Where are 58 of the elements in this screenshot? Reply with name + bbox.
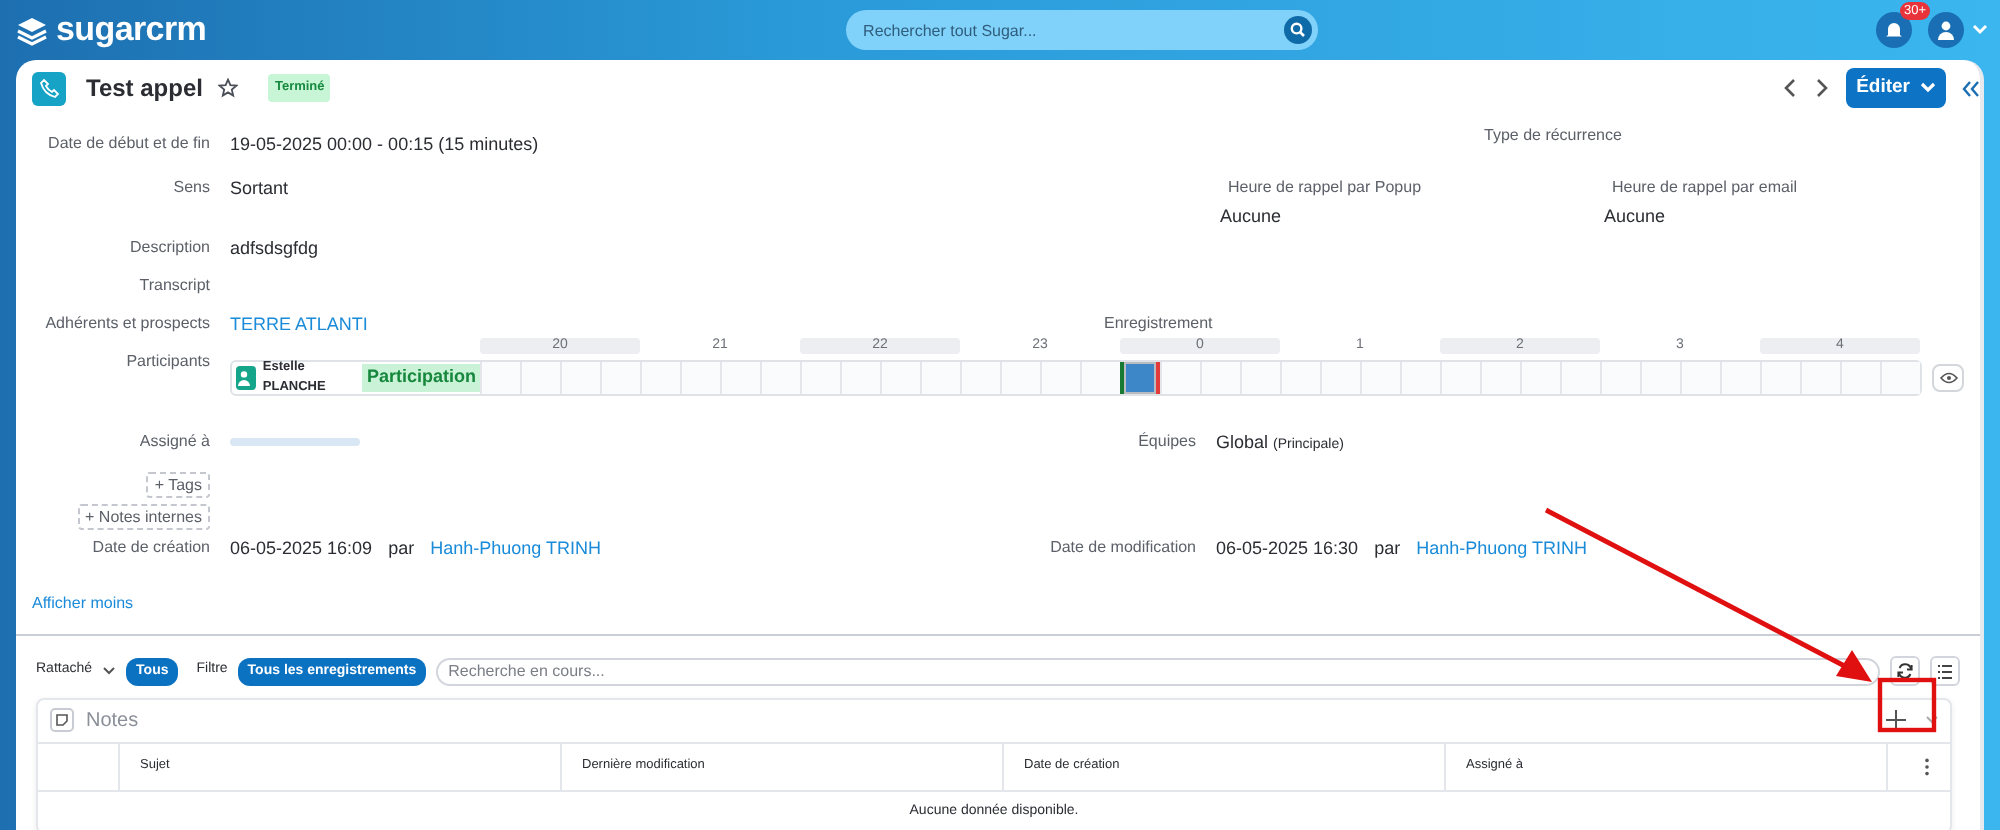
search-field[interactable]: Recherche en cours... [436, 657, 1880, 685]
panel-title: Notes [86, 707, 139, 735]
field-label: Sens [171, 176, 212, 200]
add-field-button[interactable]: + Tags [146, 472, 210, 498]
star-icon[interactable] [218, 78, 239, 98]
field-value: 19-05-2025 00:00 - 00:15 (15 minutes) [230, 132, 539, 158]
field-label: Assigné à [137, 430, 212, 454]
timestamp: 06-05-2025 16:30 [1216, 536, 1359, 562]
bell-icon[interactable] [1884, 20, 1904, 40]
stack-logo-icon [16, 15, 48, 45]
show-less-link[interactable]: Afficher moins [32, 594, 134, 612]
redacted-value [230, 438, 360, 446]
field-value: Sortant [230, 176, 289, 202]
note-icon [50, 708, 74, 732]
field-label: Date de modification [1048, 536, 1198, 560]
list-view-button[interactable] [1930, 656, 1960, 686]
by-label: par [1374, 536, 1401, 562]
search-icon[interactable] [1283, 16, 1312, 44]
caret-icon[interactable] [102, 666, 117, 676]
edit-button[interactable]: Éditer [1846, 67, 1946, 109]
caret-icon[interactable] [1926, 716, 1938, 724]
record-link[interactable]: TERRE ATLANTI [230, 312, 368, 350]
notifications-button[interactable] [1876, 12, 1912, 48]
user-link[interactable]: Hanh-Phuong TRINH [430, 536, 601, 574]
field-label: Description [127, 236, 212, 260]
by-label: par [388, 536, 415, 562]
user-icon[interactable] [1936, 20, 1956, 40]
field-label: Heure de rappel par email [1612, 176, 1797, 200]
attendance-status: Participation [362, 364, 480, 392]
contact-avatar-icon [236, 366, 257, 390]
refresh-icon[interactable] [1896, 662, 1914, 680]
user-link[interactable]: Hanh-Phuong TRINH [1416, 536, 1587, 574]
field-label: Équipes [1136, 430, 1198, 454]
chevron-left-icon[interactable] [1782, 78, 1799, 98]
global-search-field[interactable]: Rechercher tout Sugar... [845, 10, 1318, 50]
field-label: Date de création [90, 536, 212, 560]
field-value: adfsdsgfdg [230, 236, 319, 262]
field-label: Date de début et de fin [46, 132, 212, 156]
field-value: Aucune [1604, 204, 1668, 230]
list-icon[interactable] [1936, 663, 1954, 679]
phone-icon [32, 71, 66, 105]
double-chevron-icon[interactable] [1962, 79, 1980, 97]
field-label: Participants [124, 350, 212, 374]
highlight-frame [1877, 677, 1937, 733]
app-logo[interactable]: sugarcrm [56, 4, 207, 56]
user-menu-button[interactable] [1928, 12, 1964, 48]
record-title: Test appel [86, 72, 203, 106]
chevron-right-icon[interactable] [1814, 78, 1831, 98]
add-button[interactable] [1882, 706, 1910, 734]
field-label: Enregistrement [1104, 312, 1213, 336]
more-options-icon[interactable] [1924, 757, 1930, 775]
field-label: Adhérents et prospects [43, 312, 212, 336]
timestamp: 06-05-2025 16:09 [230, 536, 373, 562]
field-label: Heure de rappel par Popup [1228, 176, 1422, 200]
field-label: Type de récurrence [1484, 124, 1622, 148]
eye-icon[interactable] [1932, 364, 1964, 392]
add-field-button[interactable]: + Notes internes [77, 504, 210, 530]
field-label: Transcript [137, 274, 212, 298]
